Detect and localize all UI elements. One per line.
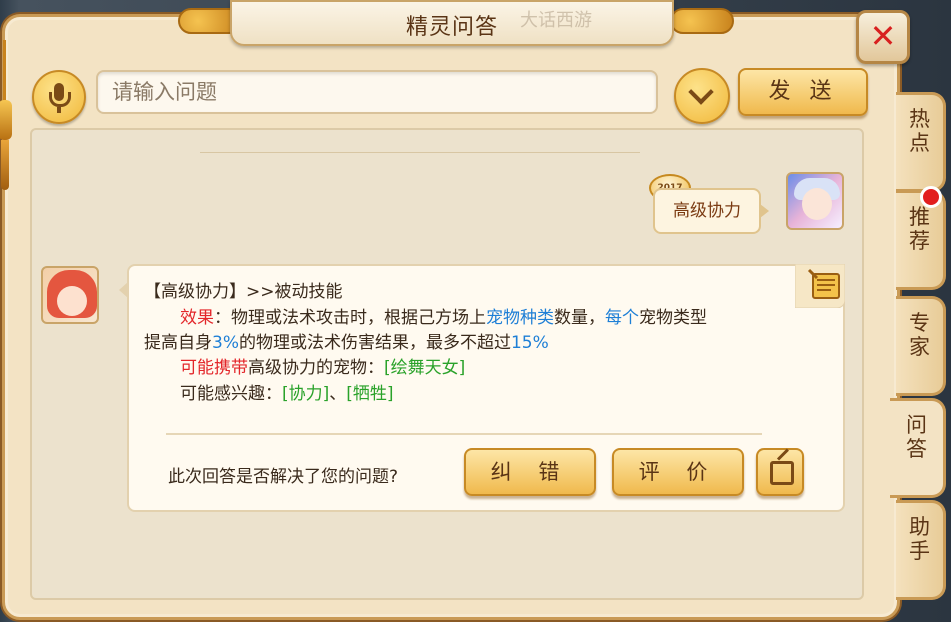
keyword-link[interactable]: 每个 — [605, 308, 639, 328]
window-title: 精灵问答 — [405, 15, 498, 40]
feedback-question: 此次回答是否解决了您的问题? — [168, 467, 399, 487]
voice-input-button[interactable] — [32, 70, 86, 124]
keyword-link[interactable]: 宠物种类 — [486, 308, 554, 328]
correct-error-button[interactable]: 纠 错 — [464, 448, 596, 496]
carry-label: 可能携带 — [180, 358, 248, 378]
history-dropdown-button[interactable] — [674, 68, 730, 124]
tab-assistant[interactable]: 助手 — [896, 500, 946, 600]
share-button[interactable] — [756, 448, 804, 496]
effect-label: 效果 — [180, 308, 214, 328]
notification-badge — [920, 186, 942, 208]
answer-divider — [166, 433, 762, 435]
question-input[interactable] — [96, 70, 658, 114]
percent-value: 15% — [510, 333, 549, 353]
title-plate: 精灵问答 — [230, 0, 674, 46]
rate-button[interactable]: 评 价 — [612, 448, 744, 496]
tab-qa[interactable]: 问答 — [890, 398, 946, 498]
chevron-down-icon — [688, 79, 714, 105]
user-message-bubble: 高级协力 — [653, 188, 761, 234]
tab-hot[interactable]: 热点 — [896, 92, 946, 192]
share-icon — [770, 461, 794, 485]
title-decoration-text: 大话西游 — [520, 10, 592, 31]
close-icon: ✕ — [869, 17, 897, 55]
close-button[interactable]: ✕ — [856, 10, 910, 64]
assistant-avatar — [41, 266, 99, 324]
pet-link[interactable]: [绘舞天女] — [384, 358, 465, 378]
tassel-decoration — [0, 40, 12, 190]
user-avatar — [786, 172, 844, 230]
chat-divider — [200, 152, 640, 153]
cloud-ornament-right — [670, 8, 734, 34]
answer-effect-line-2: 提高自身3%的物理或法术伤害结果，最多不超过15% — [144, 333, 549, 353]
related-link[interactable]: [牺牲] — [346, 384, 393, 404]
book-icon[interactable] — [795, 264, 845, 308]
send-button[interactable]: 发 送 — [738, 68, 868, 116]
answer-effect-line: 效果：物理或法术攻击时，根据己方场上宠物种类数量，每个宠物类型 — [180, 308, 707, 328]
answer-title: 【高级协力】>>被动技能 — [144, 282, 343, 302]
tab-expert[interactable]: 专家 — [896, 296, 946, 396]
percent-value: 3% — [212, 333, 239, 353]
related-link[interactable]: [协力] — [282, 384, 329, 404]
answer-pets-line: 可能携带高级协力的宠物：[绘舞天女] — [180, 358, 466, 378]
answer-related-line: 可能感兴趣：[协力]、[牺牲] — [180, 384, 394, 404]
